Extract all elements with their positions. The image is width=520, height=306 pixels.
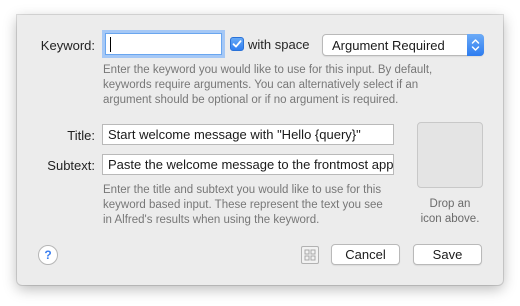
text-help-line: keyword based input. These represent the… (103, 199, 383, 211)
title-input-value: Start welcome message with "Hello {query… (108, 127, 361, 142)
text-caret (110, 37, 111, 52)
icon-drop-hint-line: Drop an (429, 198, 471, 210)
up-down-chevron-icon (467, 34, 484, 56)
subtext-input-value: Paste the welcome message to the frontmo… (108, 157, 394, 172)
text-help-line: Enter the title and subtext you would li… (103, 184, 382, 196)
checkmark-icon (232, 40, 242, 48)
argument-select[interactable]: Argument Required (322, 34, 484, 56)
keyword-help-line: Enter the keyword you would like to use … (103, 64, 433, 76)
title-input[interactable]: Start welcome message with "Hello {query… (102, 124, 394, 145)
icon-drop-hint-line: icon above. (420, 213, 480, 225)
icon-drop-hint: Drop an icon above. (405, 197, 495, 227)
text-help: Enter the title and subtext you would li… (103, 183, 403, 228)
with-space-label[interactable]: with space (248, 37, 309, 52)
subtext-input[interactable]: Paste the welcome message to the frontmo… (102, 154, 394, 175)
save-button[interactable]: Save (413, 244, 482, 265)
keyword-help-line: argument should be optional or if no arg… (103, 94, 399, 106)
text-help-line: in Alfred's results when using the keywo… (103, 214, 320, 226)
argument-select-value: Argument Required (332, 38, 445, 53)
with-space-checkbox[interactable] (230, 37, 244, 51)
keyword-help-text: Enter the keyword you would like to use … (103, 63, 483, 108)
subtext-label: Subtext: (47, 158, 95, 173)
keyword-label: Keyword: (40, 38, 95, 53)
icon-drop-well[interactable] (417, 122, 483, 188)
help-button[interactable]: ? (38, 245, 58, 265)
question-mark-icon: ? (44, 248, 52, 262)
keyword-input[interactable] (105, 33, 222, 55)
cancel-button[interactable]: Cancel (331, 244, 400, 265)
keyword-help-line: keywords require arguments. You can alte… (103, 79, 419, 91)
grid-layout-icon[interactable] (301, 246, 319, 264)
title-label: Title: (67, 128, 95, 143)
keyword-input-sheet: Keyword: with space Argument Required En… (17, 15, 503, 285)
